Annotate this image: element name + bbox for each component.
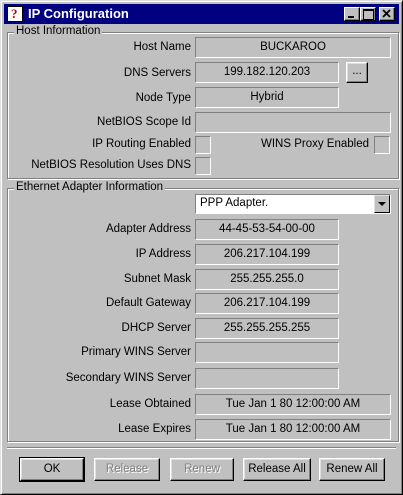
adapter-select[interactable]: PPP Adapter. (195, 194, 391, 214)
secondary-wins-server-label: Secondary WINS Server (65, 372, 191, 384)
adapter-address-label: Adapter Address (105, 223, 191, 235)
ip-address-value: 206.217.104.199 (195, 244, 339, 265)
primary-wins-server-label: Primary WINS Server (81, 346, 191, 358)
release-all-button[interactable]: Release All (243, 458, 311, 481)
node-type-label: Node Type (135, 92, 191, 104)
window-title: IP Configuration (28, 6, 129, 21)
adapter-select-value: PPP Adapter. (200, 197, 269, 209)
wins-proxy-enabled-indicator (374, 136, 390, 154)
dns-servers-more-button[interactable]: ... (346, 62, 368, 83)
dns-servers-value: 199.182.120.203 (195, 62, 339, 83)
netbios-scope-id-value (195, 112, 391, 133)
subnet-mask-label: Subnet Mask (123, 273, 191, 285)
dhcp-server-label: DHCP Server (121, 322, 191, 334)
netbios-scope-id-label: NetBIOS Scope Id (97, 116, 191, 128)
ip-configuration-window: ? IP Configuration Host Information Host… (0, 0, 403, 495)
wins-proxy-enabled-label: WINS Proxy Enabled (260, 138, 369, 150)
lease-obtained-label: Lease Obtained (109, 398, 191, 410)
maximize-button[interactable] (360, 7, 376, 21)
default-gateway-label: Default Gateway (105, 297, 191, 309)
adapter-address-value: 44-45-53-54-00-00 (195, 219, 339, 240)
host-name-value: BUCKAROO (195, 37, 391, 58)
netbios-resolution-uses-dns-label: NetBIOS Resolution Uses DNS (31, 159, 191, 171)
adapter-select-dropdown-button[interactable] (374, 195, 390, 213)
maximize-icon (363, 9, 374, 20)
subnet-mask-value: 255.255.255.0 (195, 269, 339, 290)
close-button[interactable] (379, 7, 395, 21)
primary-wins-server-value (195, 342, 339, 363)
dhcp-server-value: 255.255.255.255 (195, 318, 339, 339)
renew-button[interactable]: Renew (170, 458, 234, 481)
dns-servers-label: DNS Servers (123, 67, 191, 79)
release-button[interactable]: Release (94, 458, 160, 481)
ip-address-label: IP Address (135, 248, 191, 260)
minimize-icon (348, 16, 354, 18)
node-type-value: Hybrid (195, 87, 339, 108)
ip-routing-enabled-indicator (195, 136, 211, 154)
title-bar[interactable]: ? IP Configuration (4, 4, 399, 24)
lease-expires-value: Tue Jan 1 80 12:00:00 AM (195, 419, 391, 440)
adapter-information-legend: Ethernet Adapter Information (14, 181, 166, 193)
secondary-wins-server-value (195, 368, 339, 389)
button-separator (7, 447, 396, 449)
minimize-button[interactable] (344, 7, 360, 21)
netbios-resolution-uses-dns-indicator (195, 157, 211, 175)
ip-routing-enabled-label: IP Routing Enabled (92, 138, 191, 150)
host-information-legend: Host Information (14, 25, 103, 37)
ok-button[interactable]: OK (19, 457, 85, 482)
host-name-label: Host Name (133, 41, 191, 53)
close-icon (382, 9, 391, 18)
default-gateway-value: 206.217.104.199 (195, 293, 339, 314)
lease-expires-label: Lease Expires (118, 423, 191, 435)
app-icon[interactable]: ? (7, 6, 23, 22)
chevron-down-icon (378, 202, 386, 206)
renew-all-button[interactable]: Renew All (319, 458, 385, 481)
lease-obtained-value: Tue Jan 1 80 12:00:00 AM (195, 394, 391, 415)
